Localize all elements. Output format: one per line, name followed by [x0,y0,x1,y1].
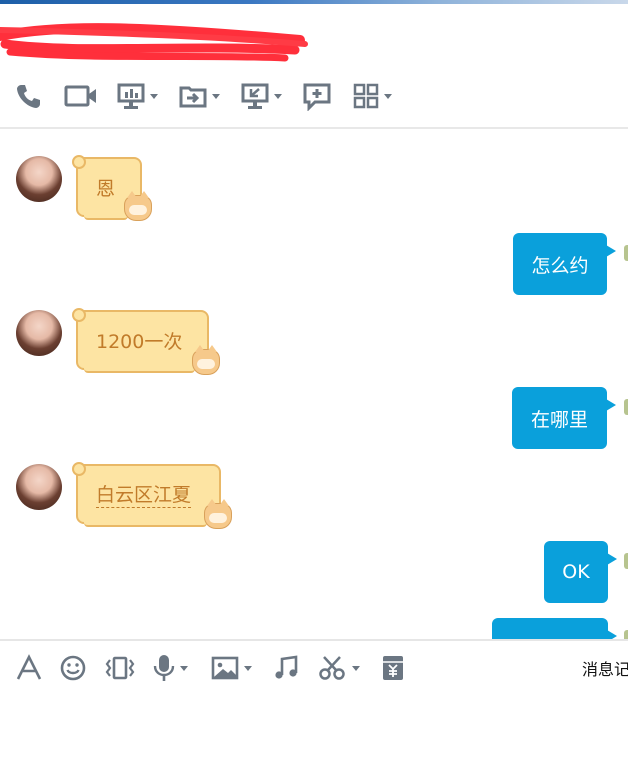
outgoing-message-bubble[interactable]: 在哪里 [512,387,616,449]
self-avatar [624,630,628,639]
avatar[interactable] [16,310,62,356]
message-text: 恩 [96,177,116,200]
message-text: 怎么约 [531,254,589,277]
chevron-down-icon [352,665,360,671]
apps-button[interactable] [352,80,392,112]
avatar[interactable] [16,156,62,202]
incoming-message-bubble[interactable]: 白云区江夏 [72,462,221,527]
outgoing-message-bubble[interactable] [492,618,617,639]
emoji-icon [60,655,86,681]
phone-icon [17,85,40,108]
chevron-down-icon [244,665,252,671]
apps-grid-icon [353,83,379,109]
input-divider [0,639,628,641]
shake-button[interactable] [104,651,136,685]
chevron-down-icon [150,93,158,99]
video-call-icon [64,85,96,107]
input-toolbar: 消息记 [0,643,628,695]
remote-desktop-button[interactable] [240,80,282,112]
image-button[interactable] [210,651,252,685]
cat-sticker-icon [124,191,152,221]
chevron-down-icon [274,93,282,99]
font-icon [16,654,42,680]
incoming-message-bubble[interactable]: 1200一次 [72,308,209,373]
file-transfer-button[interactable] [178,80,220,112]
new-message-icon [303,83,331,111]
chevron-down-icon [212,93,220,99]
image-icon [211,656,239,680]
chat-toolbar [0,72,628,124]
outgoing-message-bubble[interactable]: 怎么约 [513,233,616,295]
screenshot-button[interactable] [318,651,360,685]
red-packet-icon [383,656,403,680]
music-button[interactable] [272,651,300,685]
cat-sticker-icon [204,499,232,529]
message-text: 在哪里 [530,408,588,431]
presentation-icon [117,83,145,109]
message-list[interactable]: 恩 怎么约 1200一次 在哪里 白云区江夏 OK [0,129,628,639]
self-avatar [624,245,628,261]
message-text: 1200一次 [96,330,183,353]
microphone-icon [153,655,175,681]
scissors-icon [319,656,345,680]
cat-sticker-icon [192,345,220,375]
window-top-strip [0,0,628,4]
self-avatar [624,553,628,569]
redacted-title-scribble [0,23,308,62]
message-text: 白云区江夏 [96,480,192,508]
avatar[interactable] [16,464,62,510]
music-icon [275,655,298,679]
chevron-down-icon [384,93,392,99]
video-call-button[interactable] [63,80,99,112]
shake-icon [105,656,135,680]
new-message-button[interactable] [302,80,332,112]
file-transfer-icon [179,86,207,108]
remote-desktop-icon [241,83,269,109]
self-avatar [624,399,628,415]
chevron-down-icon [180,665,188,671]
outgoing-message-bubble[interactable]: OK [544,541,617,603]
font-button[interactable] [15,651,43,685]
presentation-button[interactable] [116,80,158,112]
emoji-button[interactable] [59,651,87,685]
voice-call-button[interactable] [14,80,44,112]
red-packet-button[interactable] [380,651,406,685]
message-text: OK [562,561,590,583]
message-history-link[interactable]: 消息记 [582,656,628,680]
voice-message-button[interactable] [152,651,188,685]
